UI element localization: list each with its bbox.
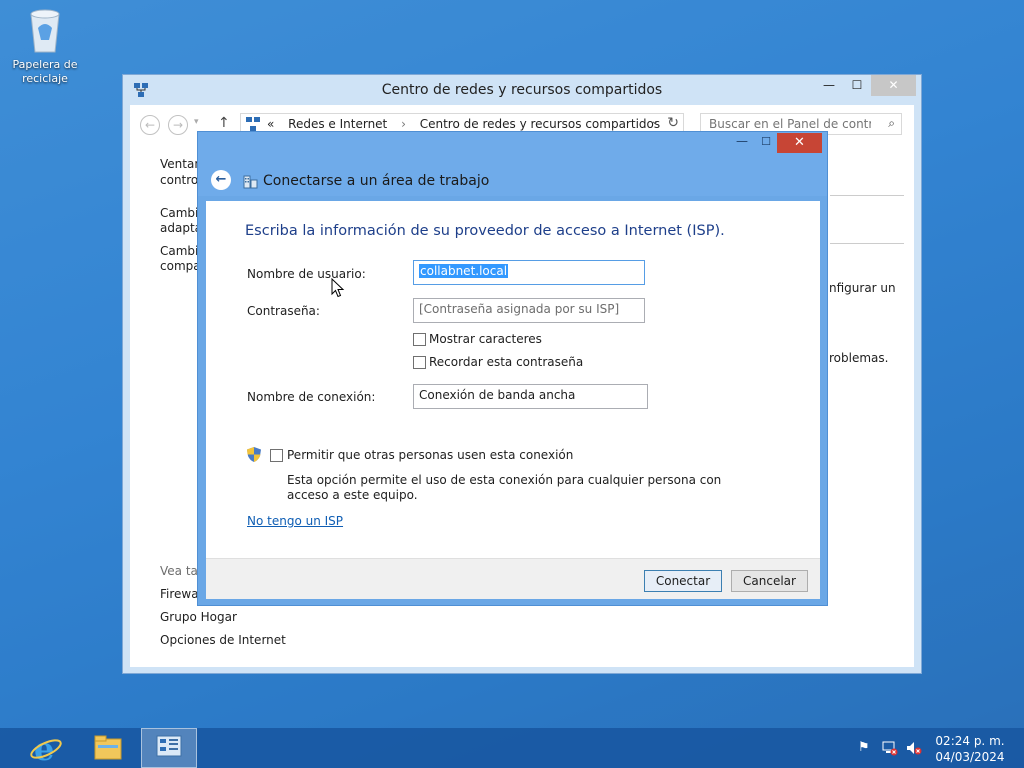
taskbar-clock[interactable]: 02:24 p. m. 04/03/2024 <box>928 733 1012 765</box>
dialog-minimize-button[interactable]: — <box>731 135 753 151</box>
divider <box>830 195 904 196</box>
allow-others-description: Esta opción permite el uso de esta conex… <box>287 473 722 502</box>
back-arrow-icon[interactable]: ← <box>211 170 231 190</box>
breadcrumb-redes-internet[interactable]: Redes e Internet <box>288 117 387 131</box>
close-button[interactable]: ✕ <box>871 75 916 96</box>
sidebar-link-homegroup[interactable]: Grupo Hogar <box>160 610 237 624</box>
show-characters-checkbox[interactable] <box>413 333 426 346</box>
action-center-flag-icon[interactable]: ⚑ <box>858 740 870 755</box>
dialog-close-button[interactable]: ✕ <box>777 133 822 153</box>
recycle-bin-label: Papelera de reciclaje <box>12 58 78 85</box>
breadcrumb-network-center[interactable]: Centro de redes y recursos compartidos <box>420 117 660 131</box>
isp-info-heading: Escriba la información de su proveedor d… <box>245 223 725 239</box>
dialog-footer: Conectar Cancelar <box>206 558 820 599</box>
back-arrow-icon[interactable]: ← <box>140 115 160 135</box>
remember-password-checkbox[interactable] <box>413 356 426 369</box>
uac-shield-icon <box>246 446 262 466</box>
password-label: Contraseña: <box>247 304 320 318</box>
username-label: Nombre de usuario: <box>247 267 366 281</box>
sidebar-link-internet-options[interactable]: Opciones de Internet <box>160 633 286 647</box>
breadcrumb: « Redes e Internet › Centro de redes y r… <box>267 117 670 131</box>
dialog-content-panel: Escriba la información de su proveedor d… <box>206 201 820 558</box>
remember-password-label[interactable]: Recordar esta contraseña <box>429 355 583 369</box>
divider <box>830 243 904 244</box>
maximize-button[interactable]: ☐ <box>843 75 871 96</box>
connect-button[interactable]: Conectar <box>644 570 722 592</box>
password-field[interactable]: [Contraseña asignada por su ISP] <box>413 298 645 323</box>
svg-text:e: e <box>34 730 54 768</box>
dialog-maximize-button[interactable]: ☐ <box>755 135 777 151</box>
username-field[interactable]: collabnet.local <box>413 260 645 285</box>
recent-dropdown-icon[interactable]: ▾ <box>194 117 199 127</box>
file-explorer-taskbar-icon[interactable] <box>80 728 136 768</box>
allow-others-label[interactable]: Permitir que otras personas usen esta co… <box>287 448 573 462</box>
sidebar-item-control-panel-home-line2[interactable]: control <box>160 173 202 187</box>
search-icon[interactable]: ⌕ <box>888 116 895 131</box>
connect-workplace-dialog[interactable]: — ☐ ✕ ← Conectarse a un área de trabajo … <box>197 131 828 606</box>
internet-explorer-taskbar-icon[interactable]: e <box>18 728 74 768</box>
troubleshoot-link-text[interactable]: roblemas. <box>829 351 888 365</box>
refresh-icon[interactable]: ↻ <box>667 115 679 131</box>
show-characters-label[interactable]: Mostrar caracteres <box>429 332 542 346</box>
taskbar: e ⚑ 02:24 p. m. 04/03/2024 <box>0 728 1024 768</box>
up-arrow-icon[interactable]: ↑ <box>218 115 230 131</box>
breadcrumb-separator-icon[interactable]: › <box>401 117 406 131</box>
breadcrumb-overflow[interactable]: « <box>267 117 274 131</box>
no-isp-link[interactable]: No tengo un ISP <box>247 514 343 528</box>
clock-date: 04/03/2024 <box>935 750 1005 764</box>
minimize-button[interactable]: — <box>815 75 843 96</box>
window-titlebar[interactable]: Centro de redes y recursos compartidos —… <box>123 75 921 105</box>
connection-name-label: Nombre de conexión: <box>247 390 376 404</box>
volume-muted-icon[interactable] <box>906 740 922 760</box>
username-value: collabnet.local <box>419 264 509 278</box>
forward-arrow-icon[interactable]: → <box>168 115 188 135</box>
allow-others-checkbox[interactable] <box>270 449 283 462</box>
recycle-bin-desktop-icon[interactable]: Papelera de reciclaje <box>8 4 82 86</box>
recycle-bin-icon <box>28 6 62 54</box>
cancel-button[interactable]: Cancelar <box>731 570 808 592</box>
window-title: Centro de redes y recursos compartidos <box>381 82 663 98</box>
control-panel-taskbar-icon[interactable] <box>141 728 197 768</box>
network-status-icon[interactable] <box>882 740 898 760</box>
dialog-title: Conectarse a un área de trabajo <box>263 173 490 189</box>
clock-time: 02:24 p. m. <box>935 734 1005 748</box>
connection-name-field[interactable]: Conexión de banda ancha <box>413 384 648 409</box>
address-dropdown-icon[interactable]: ⌄ <box>651 116 659 127</box>
workplace-connection-icon <box>242 172 260 190</box>
setup-connection-link-text[interactable]: nfigurar un <box>829 281 896 295</box>
